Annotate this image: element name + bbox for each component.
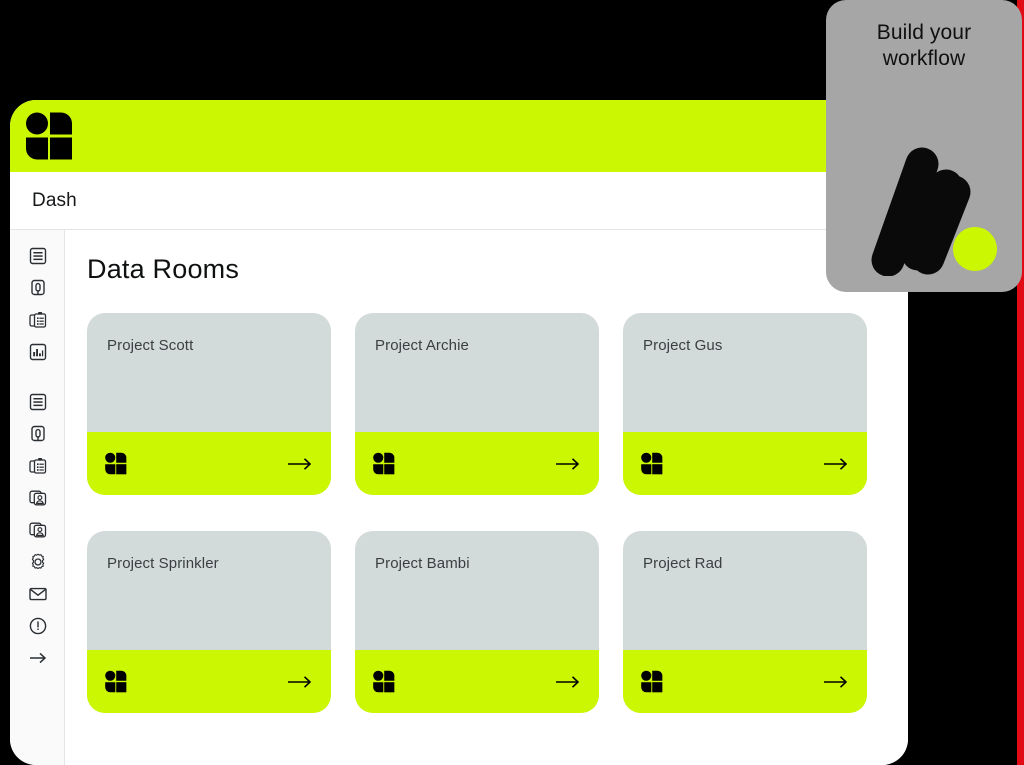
promo-title-line-two: workflow [882, 46, 966, 70]
data-room-card[interactable]: Project Archie [355, 313, 599, 495]
data-room-footer [623, 650, 867, 713]
data-room-footer [355, 650, 599, 713]
envelope-icon [28, 587, 47, 601]
arrow-right-icon[interactable] [287, 674, 313, 690]
arrow-right-icon[interactable] [555, 456, 581, 472]
page-title: Data Rooms [87, 254, 240, 284]
four-tile-logo-icon [373, 670, 395, 693]
sidebar-item-signout[interactable] [10, 642, 65, 674]
data-room-footer [87, 650, 331, 713]
data-room-card[interactable]: Project Scott [87, 313, 331, 495]
data-room-card[interactable]: Project Rad [623, 531, 867, 713]
data-rooms-grid: Project Scott Project Archie Project Gus… [87, 313, 908, 713]
gear-icon [31, 553, 44, 570]
data-room-title: Project Rad [643, 555, 723, 572]
h-dot-logo-icon [871, 147, 997, 276]
brand-header-bar [10, 100, 908, 172]
sidebar-item-contacts-2[interactable] [10, 514, 65, 546]
contact-cards-icon [28, 522, 46, 538]
sidebar-item-alerts[interactable] [10, 610, 65, 642]
four-tile-logo-icon [641, 452, 663, 475]
data-room-footer [355, 432, 599, 495]
arrow-right-icon[interactable] [823, 456, 849, 472]
sidebar-rail [10, 230, 65, 765]
contact-cards-icon [28, 490, 46, 506]
main-content: Data Rooms Project Scott Project Archie … [65, 230, 908, 765]
arrow-right-icon[interactable] [287, 456, 313, 472]
sidebar-group-divider [10, 368, 64, 386]
bar-chart-icon [29, 343, 46, 361]
data-room-title: Project Gus [643, 337, 723, 354]
arrow-right-icon[interactable] [823, 674, 849, 690]
four-tile-logo-icon [105, 452, 127, 475]
data-room-card[interactable]: Project Bambi [355, 531, 599, 713]
tab-dash[interactable]: Dash [32, 190, 77, 212]
arrow-right-icon [29, 652, 46, 664]
sidebar-item-contacts[interactable] [10, 482, 65, 514]
data-room-footer [623, 432, 867, 495]
four-tile-logo-icon [641, 670, 663, 693]
sidebar-item-analytics[interactable] [10, 336, 65, 368]
clipboard-list-icon [28, 312, 46, 328]
app-window: Dash Data Rooms Project Scott Project Ar… [10, 100, 908, 765]
data-room-card[interactable]: Project Sprinkler [87, 531, 331, 713]
data-room-footer [87, 432, 331, 495]
data-room-title: Project Sprinkler [107, 555, 219, 572]
sidebar-item-documents[interactable] [10, 240, 65, 272]
clipboard-copy-icon [28, 458, 46, 474]
promo-badge[interactable]: Build your workflow [826, 0, 1022, 292]
promo-title-line-one: Build your [876, 21, 972, 44]
sidebar-item-questions-2[interactable] [10, 418, 65, 450]
sidebar-item-questions[interactable] [10, 272, 65, 304]
q-card-icon [30, 425, 45, 442]
data-room-title: Project Bambi [375, 555, 470, 572]
data-room-card[interactable]: Project Gus [623, 313, 867, 495]
document-lines-icon [29, 247, 46, 265]
window-tab-bar: Dash [10, 172, 908, 230]
sidebar-item-documents-2[interactable] [10, 386, 65, 418]
promo-title: Build your workflow [826, 20, 1022, 71]
four-tile-logo-icon [105, 670, 127, 693]
arrow-right-icon[interactable] [555, 674, 581, 690]
sidebar-item-clipboard-2[interactable] [10, 450, 65, 482]
data-room-title: Project Archie [375, 337, 469, 354]
data-room-title: Project Scott [107, 337, 194, 354]
stage-backdrop: Dash Data Rooms Project Scott Project Ar… [0, 0, 1024, 765]
window-body: Data Rooms Project Scott Project Archie … [10, 230, 908, 765]
sidebar-item-mail[interactable] [10, 578, 65, 610]
exclamation-circle-icon [29, 617, 46, 635]
document-lines-icon [29, 393, 46, 411]
q-card-icon [30, 279, 45, 296]
four-tile-logo-icon[interactable] [26, 111, 73, 161]
sidebar-item-settings[interactable] [10, 546, 65, 578]
four-tile-logo-icon [373, 452, 395, 475]
sidebar-item-clipboard[interactable] [10, 304, 65, 336]
